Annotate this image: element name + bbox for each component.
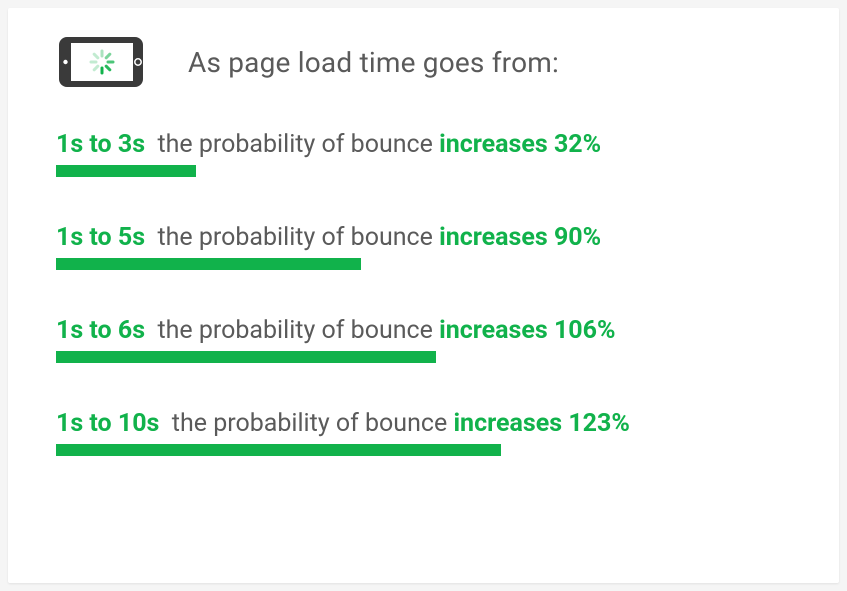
increase-value: 90% xyxy=(554,223,601,252)
page-title: As page load time goes from: xyxy=(188,46,559,79)
phone-loading-icon xyxy=(56,34,146,90)
data-row: 1s to 5s the probability of bounce incre… xyxy=(56,223,791,270)
probability-label: the probability of bounce xyxy=(157,130,432,159)
increase-label: increases 32% xyxy=(439,130,601,159)
data-row: 1s to 10s the probability of bounce incr… xyxy=(56,409,791,456)
row-text: 1s to 10s the probability of bounce incr… xyxy=(56,409,791,438)
data-bar xyxy=(56,351,436,363)
probability-label: the probability of bounce xyxy=(172,409,447,438)
data-row: 1s to 3s the probability of bounce incre… xyxy=(56,130,791,177)
probability-label: the probability of bounce xyxy=(157,316,432,345)
data-bar xyxy=(56,444,501,456)
card-header: As page load time goes from: xyxy=(56,34,791,90)
increase-value: 106% xyxy=(554,316,616,345)
time-range: 1s to 5s xyxy=(56,223,145,252)
time-range: 1s to 10s xyxy=(56,409,159,438)
data-bar xyxy=(56,258,361,270)
time-range: 1s to 3s xyxy=(56,130,145,159)
increase-label: increases 123% xyxy=(453,409,629,438)
increase-value: 32% xyxy=(554,130,601,159)
increase-label: increases 106% xyxy=(439,316,615,345)
data-bar xyxy=(56,165,196,177)
row-text: 1s to 3s the probability of bounce incre… xyxy=(56,130,791,159)
row-text: 1s to 5s the probability of bounce incre… xyxy=(56,223,791,252)
row-text: 1s to 6s the probability of bounce incre… xyxy=(56,316,791,345)
time-range: 1s to 6s xyxy=(56,316,145,345)
data-row: 1s to 6s the probability of bounce incre… xyxy=(56,316,791,363)
increase-label: increases 90% xyxy=(439,223,601,252)
probability-label: the probability of bounce xyxy=(157,223,432,252)
data-rows: 1s to 3s the probability of bounce incre… xyxy=(56,130,791,456)
increase-value: 123% xyxy=(568,409,630,438)
info-card: As page load time goes from: 1s to 3s th… xyxy=(8,8,839,583)
